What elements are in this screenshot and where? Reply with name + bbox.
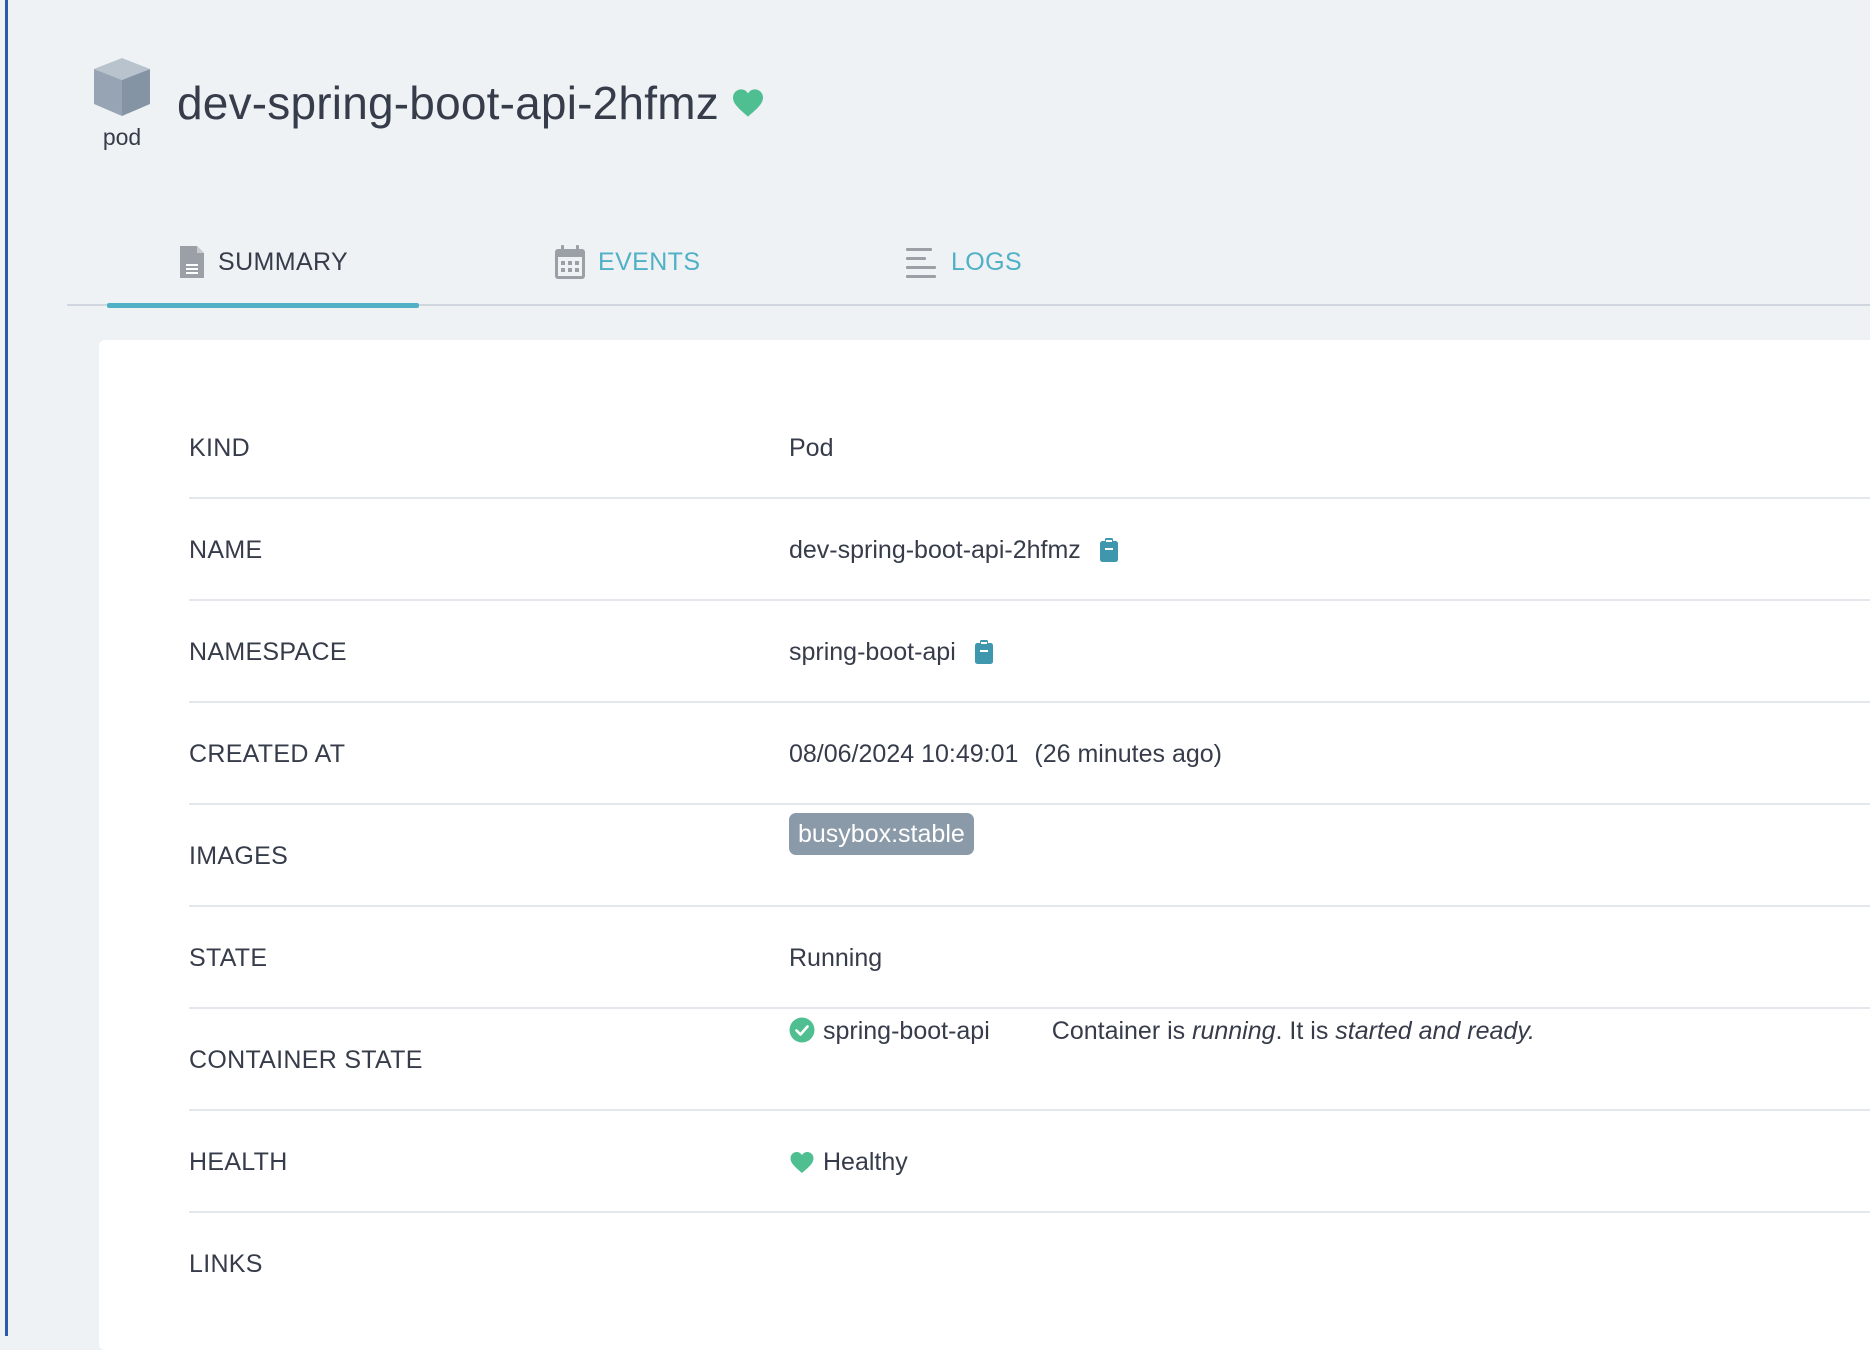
tab-summary-label: SUMMARY [218,247,349,276]
state-value: Running [789,943,883,972]
heart-icon [789,1151,815,1174]
heart-icon [731,88,765,123]
row-label: HEALTH [189,1147,288,1176]
created-at-value-group: 08/06/2024 10:49:01 (26 minutes ago) [789,703,1222,805]
row-health: HEALTH Healthy [189,1111,1870,1213]
clipboard-icon[interactable] [974,639,994,665]
row-label: STATE [189,943,268,972]
row-created-at: CREATED AT 08/06/2024 10:49:01 (26 minut… [189,703,1870,805]
row-label: IMAGES [189,841,289,870]
row-label: NAMESPACE [189,637,347,666]
container-state-group: spring-boot-api Container is running. It… [789,1009,1535,1111]
row-label: LINKS [189,1249,263,1278]
clipboard-icon[interactable] [1099,537,1119,563]
image-chip: busybox:stable [789,813,974,855]
row-namespace: NAMESPACE spring-boot-api [189,601,1870,703]
kind-label: pod [102,124,142,150]
row-images: IMAGES busybox:stable [189,805,1870,907]
row-label: NAME [189,535,263,564]
summary-card: KIND Pod NAME dev-spring-boot-api-2hfmz … [99,340,1870,1350]
row-links: LINKS [189,1213,1870,1315]
kind-badge: pod [76,56,168,151]
namespace-value-group: spring-boot-api [789,601,994,703]
tab-events[interactable]: EVENTS [554,218,700,306]
name-value: dev-spring-boot-api-2hfmz [789,535,1081,564]
lines-icon [905,245,939,279]
check-circle-icon [789,1017,815,1043]
resource-header: pod dev-spring-boot-api-2hfmz [66,56,1766,166]
health-value-group: Healthy [789,1111,908,1213]
row-name: NAME dev-spring-boot-api-2hfmz [189,499,1870,601]
tab-logs[interactable]: LOGS [905,218,1022,306]
page-title: dev-spring-boot-api-2hfmz [177,77,719,129]
images-value-group: busybox:stable [789,805,974,907]
name-value-group: dev-spring-boot-api-2hfmz [789,499,1119,601]
created-at-relative: (26 minutes ago) [1034,739,1222,768]
health-value: Healthy [823,1147,908,1176]
window-left-edge [0,0,8,1336]
tab-logs-label: LOGS [951,247,1023,276]
created-at-value: 08/06/2024 10:49:01 [789,739,1019,768]
row-state: STATE Running [189,907,1870,1009]
row-label: KIND [189,433,250,462]
row-label: CONTAINER STATE [189,1045,423,1074]
namespace-value: spring-boot-api [789,637,956,666]
title-group: dev-spring-boot-api-2hfmz [177,76,765,130]
tab-bar: SUMMARY EVENTS LOGS [67,218,1870,308]
row-label: CREATED AT [189,739,346,768]
container-name: spring-boot-api [823,1017,990,1045]
row-container-state: CONTAINER STATE spring-boot-api Containe… [189,1009,1870,1111]
tab-events-label: EVENTS [598,247,701,276]
kind-value: Pod [789,433,834,462]
calendar-icon [554,244,586,280]
tab-summary[interactable]: SUMMARY [107,218,419,308]
cube-icon [76,56,168,118]
file-icon [178,244,206,280]
container-status-message: Container is running. It is started and … [1051,1017,1535,1045]
row-kind: KIND Pod [189,397,1870,499]
